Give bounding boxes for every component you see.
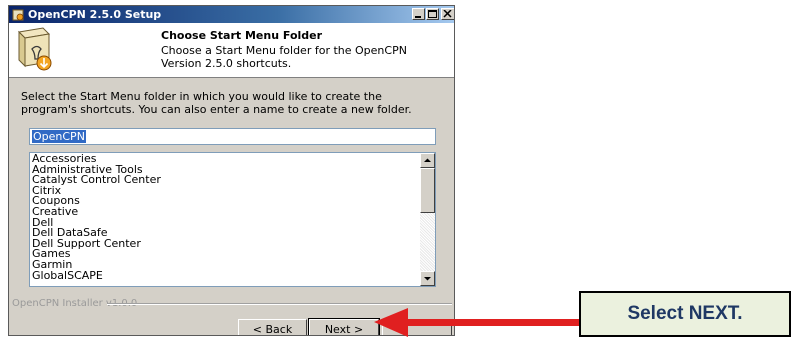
callout-box: Select NEXT. <box>579 291 791 337</box>
arrow-head-icon <box>374 308 408 337</box>
arrow-shaft <box>405 319 579 326</box>
callout-text: Select NEXT. <box>627 303 743 324</box>
